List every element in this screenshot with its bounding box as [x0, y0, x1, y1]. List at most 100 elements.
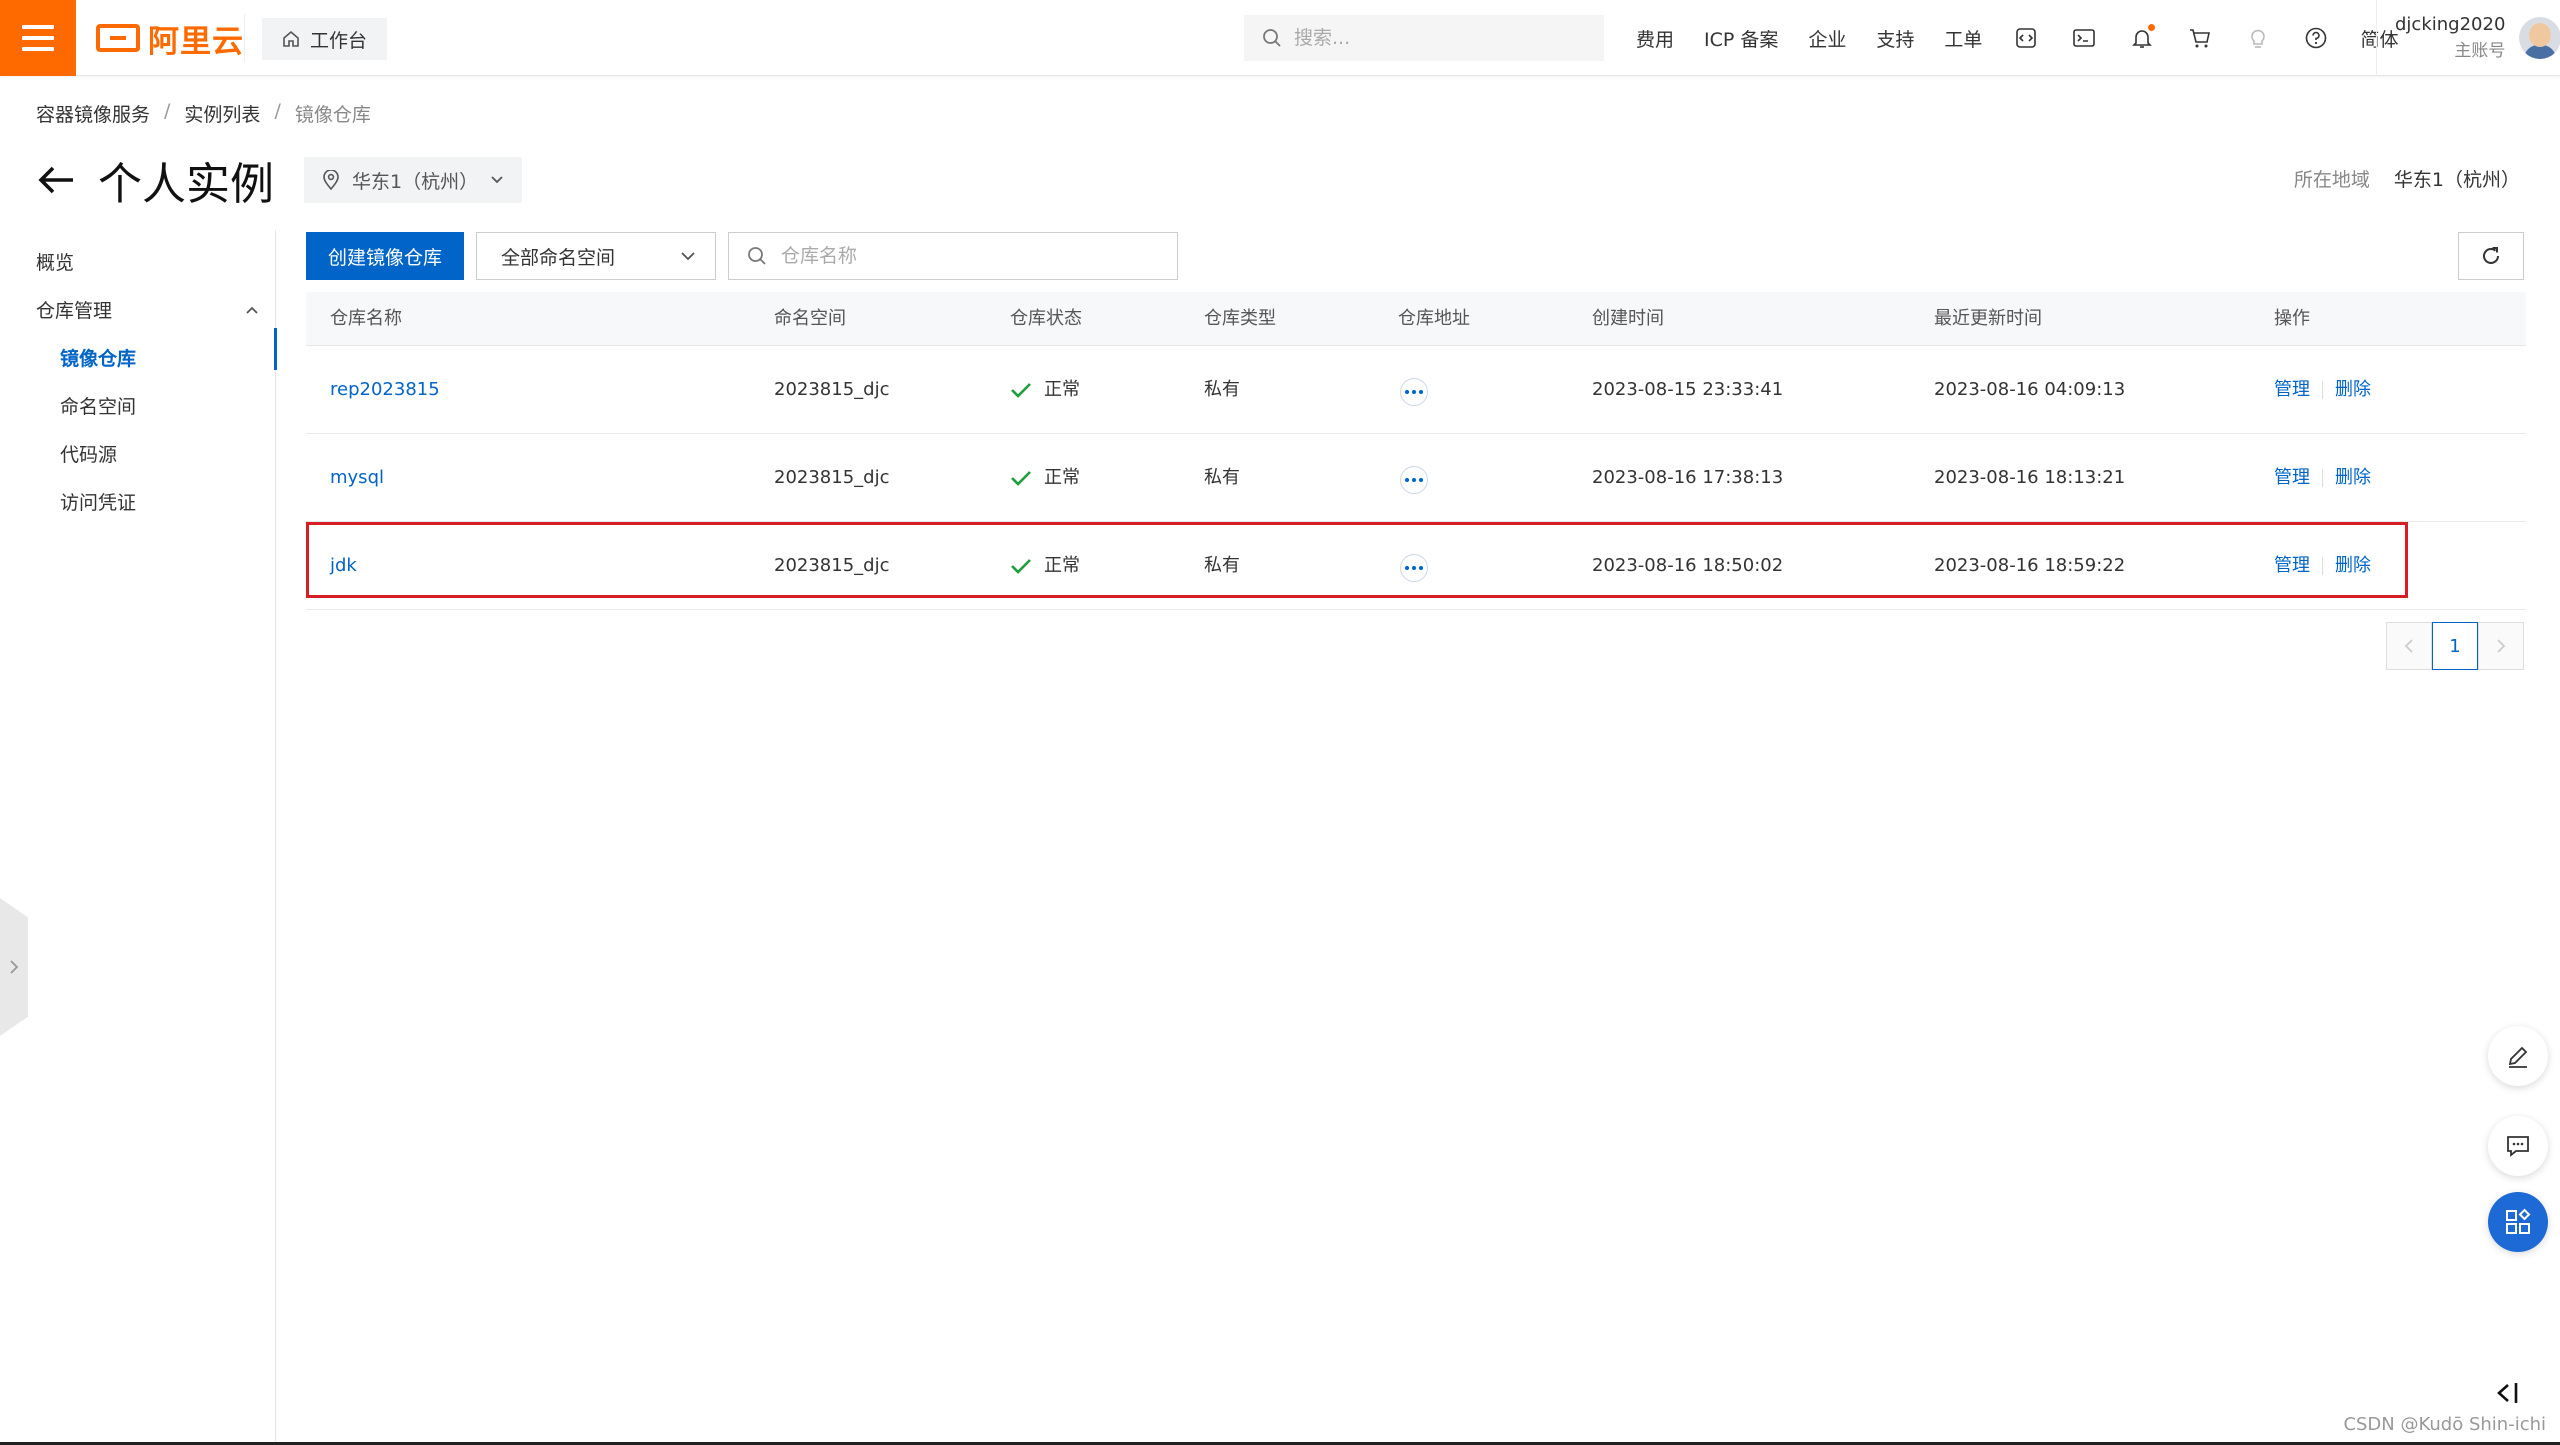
sidebar-group-label: 仓库管理 — [36, 300, 113, 322]
account-names: djcking2020 主账号 — [2395, 12, 2505, 64]
region-info: 所在地域 华东1（杭州） — [2294, 165, 2520, 192]
repo-name-link[interactable]: mysql — [330, 434, 384, 522]
chat-icon — [2507, 1136, 2529, 1157]
status-cell: 正常 — [1010, 434, 1080, 522]
code-icon[interactable] — [2012, 24, 2040, 52]
operations-cell: 管理 删除 — [2274, 346, 2371, 434]
hamburger-menu-icon[interactable] — [0, 0, 76, 76]
sidebar-item-overview[interactable]: 概览 — [36, 248, 74, 275]
terminal-icon[interactable] — [2070, 24, 2098, 52]
breadcrumb: 容器镜像服务 / 实例列表 / 镜像仓库 — [36, 100, 371, 127]
sidebar-item-code-sources[interactable]: 代码源 — [60, 440, 117, 467]
next-page-button[interactable] — [2478, 622, 2524, 670]
chevron-right-icon — [10, 960, 19, 974]
more-icon[interactable] — [1400, 554, 1428, 582]
table-row: jdk 2023815_djc 正常 私有 2023-08-16 18:50:0… — [306, 522, 2526, 610]
column-header: 仓库状态 — [1010, 308, 1082, 329]
type-cell: 私有 — [1204, 467, 1240, 488]
chevron-down-icon — [491, 176, 503, 184]
refresh-button[interactable] — [2458, 232, 2524, 280]
status-text: 正常 — [1044, 555, 1080, 576]
check-icon — [1011, 471, 1031, 486]
breadcrumb-item[interactable]: 容器镜像服务 — [36, 100, 150, 127]
breadcrumb-separator: / — [274, 100, 281, 122]
status-cell: 正常 — [1010, 522, 1080, 610]
region-selector[interactable]: 华东1（杭州） — [304, 157, 523, 203]
top-navbar: 阿里云 工作台 费用 ICP 备案 企业 支持 工单 — [0, 0, 2560, 76]
column-header: 最近更新时间 — [1934, 308, 2042, 329]
back-arrow-icon[interactable] — [36, 160, 76, 200]
namespace-cell: 2023815_djc — [774, 467, 890, 488]
namespace-select[interactable]: 全部命名空间 — [476, 232, 716, 280]
workbench-button[interactable]: 工作台 — [262, 18, 388, 60]
account-menu[interactable]: djcking2020 主账号 — [2376, 0, 2560, 76]
global-search-input[interactable] — [1294, 27, 1574, 49]
logo-text: 阿里云 — [148, 23, 244, 60]
delete-link[interactable]: 删除 — [2335, 434, 2371, 522]
pencil-icon — [2508, 1046, 2528, 1068]
edit-feedback-button[interactable] — [2488, 1026, 2548, 1086]
repo-search[interactable] — [728, 232, 1178, 280]
username: djcking2020 — [2395, 14, 2506, 35]
op-separator — [2322, 469, 2323, 487]
status-cell: 正常 — [1010, 346, 1080, 434]
column-header: 仓库地址 — [1398, 308, 1470, 329]
type-cell: 私有 — [1204, 555, 1240, 576]
link-ticket[interactable]: 工单 — [1944, 25, 1982, 52]
column-header: 操作 — [2274, 308, 2310, 329]
aliyun-logo[interactable]: 阿里云 — [96, 20, 244, 60]
table-row: mysql 2023815_djc 正常 私有 2023-08-16 17:38… — [306, 434, 2526, 522]
namespace-cell: 2023815_djc — [774, 379, 890, 400]
chevron-down-icon — [681, 252, 695, 261]
collapse-panel-icon[interactable] — [2494, 1380, 2524, 1410]
account-type: 主账号 — [2454, 41, 2506, 61]
chat-button[interactable] — [2488, 1116, 2548, 1176]
manage-link[interactable]: 管理 — [2274, 434, 2310, 522]
manage-link[interactable]: 管理 — [2274, 346, 2310, 434]
breadcrumb-item[interactable]: 实例列表 — [184, 100, 260, 127]
table-row: rep2023815 2023815_djc 正常 私有 2023-08-15 … — [306, 346, 2526, 434]
repo-name-link[interactable]: rep2023815 — [330, 346, 440, 434]
column-header: 创建时间 — [1592, 308, 1664, 329]
sidebar-expand-handle[interactable] — [0, 898, 28, 1036]
apps-button[interactable] — [2488, 1192, 2548, 1252]
prev-page-button[interactable] — [2386, 622, 2432, 670]
sidebar-item-namespaces[interactable]: 命名空间 — [60, 392, 136, 419]
home-icon — [283, 30, 299, 47]
more-icon[interactable] — [1400, 466, 1428, 494]
avatar[interactable] — [2519, 17, 2560, 59]
link-enterprise[interactable]: 企业 — [1808, 25, 1846, 52]
type-cell: 私有 — [1204, 379, 1240, 400]
global-search[interactable] — [1244, 15, 1604, 61]
check-icon — [1011, 383, 1031, 398]
namespace-select-value: 全部命名空间 — [501, 246, 616, 269]
bell-icon[interactable] — [2128, 24, 2156, 52]
create-repo-button[interactable]: 创建镜像仓库 — [306, 232, 464, 280]
link-icp[interactable]: ICP 备案 — [1704, 25, 1778, 52]
search-icon — [1263, 29, 1281, 47]
created-time-cell: 2023-08-16 18:50:02 — [1592, 555, 1784, 576]
repo-name-link[interactable]: jdk — [330, 522, 357, 610]
help-icon[interactable] — [2302, 24, 2330, 52]
search-icon — [748, 247, 766, 265]
delete-link[interactable]: 删除 — [2335, 522, 2371, 610]
bulb-icon[interactable] — [2244, 24, 2272, 52]
repo-search-input[interactable] — [781, 245, 1161, 267]
op-separator — [2322, 557, 2323, 575]
created-time-cell: 2023-08-16 17:38:13 — [1592, 467, 1784, 488]
delete-link[interactable]: 删除 — [2335, 346, 2371, 434]
manage-link[interactable]: 管理 — [2274, 522, 2310, 610]
logo-mark-icon — [96, 24, 140, 52]
sidebar-group-repo-management[interactable]: 仓库管理 — [36, 296, 260, 323]
link-billing[interactable]: 费用 — [1636, 25, 1674, 52]
sidebar-item-image-repos[interactable]: 镜像仓库 — [60, 344, 136, 371]
chevron-right-icon — [2497, 639, 2506, 653]
page-number[interactable]: 1 — [2432, 622, 2478, 670]
watermark: CSDN @Kudō Shin-ichi — [2343, 1414, 2546, 1435]
refresh-icon — [2483, 247, 2499, 264]
cart-icon[interactable] — [2186, 24, 2214, 52]
sidebar-item-access-credentials[interactable]: 访问凭证 — [60, 488, 136, 515]
link-support[interactable]: 支持 — [1876, 25, 1914, 52]
more-icon[interactable] — [1400, 378, 1428, 406]
pagination: 1 — [2386, 622, 2524, 670]
